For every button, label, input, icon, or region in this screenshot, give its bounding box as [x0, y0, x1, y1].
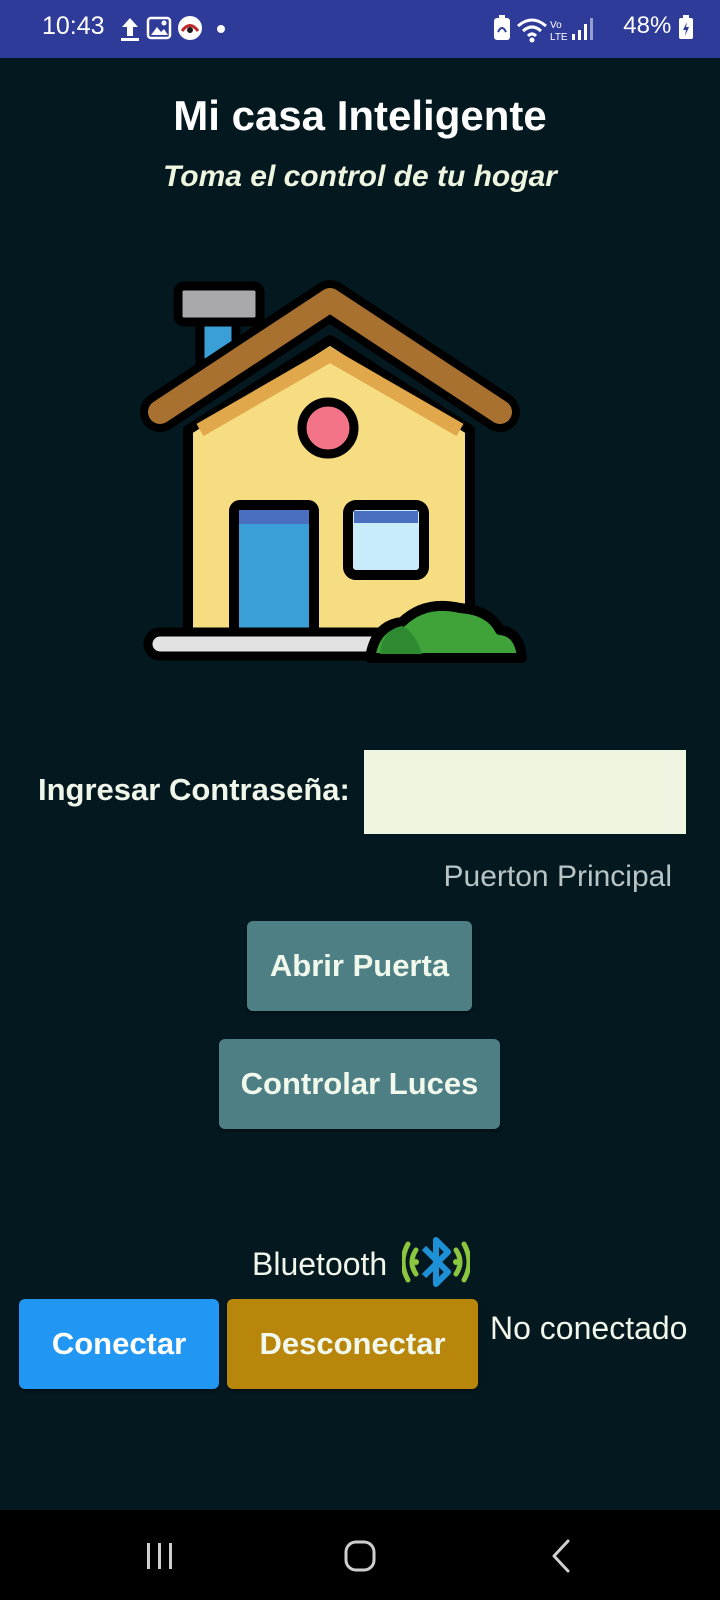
recent-apps-icon[interactable] [135, 1535, 185, 1575]
page-title: Mi casa Inteligente [173, 92, 547, 139]
password-input[interactable] [364, 750, 686, 834]
status-right-icons: Vo LTE [494, 15, 593, 43]
gallery-icon [146, 16, 172, 40]
status-bar: 10:43 Vo LTE 48% [0, 0, 720, 58]
connection-status: No conectado [490, 1310, 688, 1346]
status-time: 10:43 [42, 12, 105, 40]
control-lights-button[interactable]: Controlar Luces [219, 1039, 500, 1129]
dot-icon [217, 25, 225, 33]
open-door-button[interactable]: Abrir Puerta [247, 921, 472, 1011]
page-subtitle: Toma el control de tu hogar [163, 160, 557, 193]
navigation-bar [0, 1510, 720, 1600]
upload-icon [121, 18, 139, 41]
house-icon [140, 280, 527, 663]
battery-icon [679, 14, 693, 39]
disconnect-button[interactable]: Desconectar [227, 1299, 478, 1389]
wifi-icon [517, 18, 547, 43]
status-left-icons [121, 16, 225, 41]
back-icon[interactable] [538, 1535, 588, 1575]
bluetooth-label: Bluetooth [252, 1246, 388, 1282]
home-icon[interactable] [335, 1535, 385, 1575]
door-label: Puerton Principal [443, 860, 672, 893]
svg-text:Vo: Vo [550, 20, 562, 31]
app-notification-icon [178, 16, 202, 40]
svg-text:LTE: LTE [550, 32, 568, 43]
bluetooth-icon [402, 1237, 470, 1287]
battery-percentage: 48% [623, 12, 694, 40]
password-label: Ingresar Contraseña: [38, 772, 350, 807]
battery-text: 48% [623, 12, 672, 39]
connect-button[interactable]: Conectar [19, 1299, 219, 1389]
volte-icon: Vo LTE [550, 20, 568, 43]
signal-icon [572, 18, 593, 40]
battery-saver-icon [494, 15, 510, 40]
